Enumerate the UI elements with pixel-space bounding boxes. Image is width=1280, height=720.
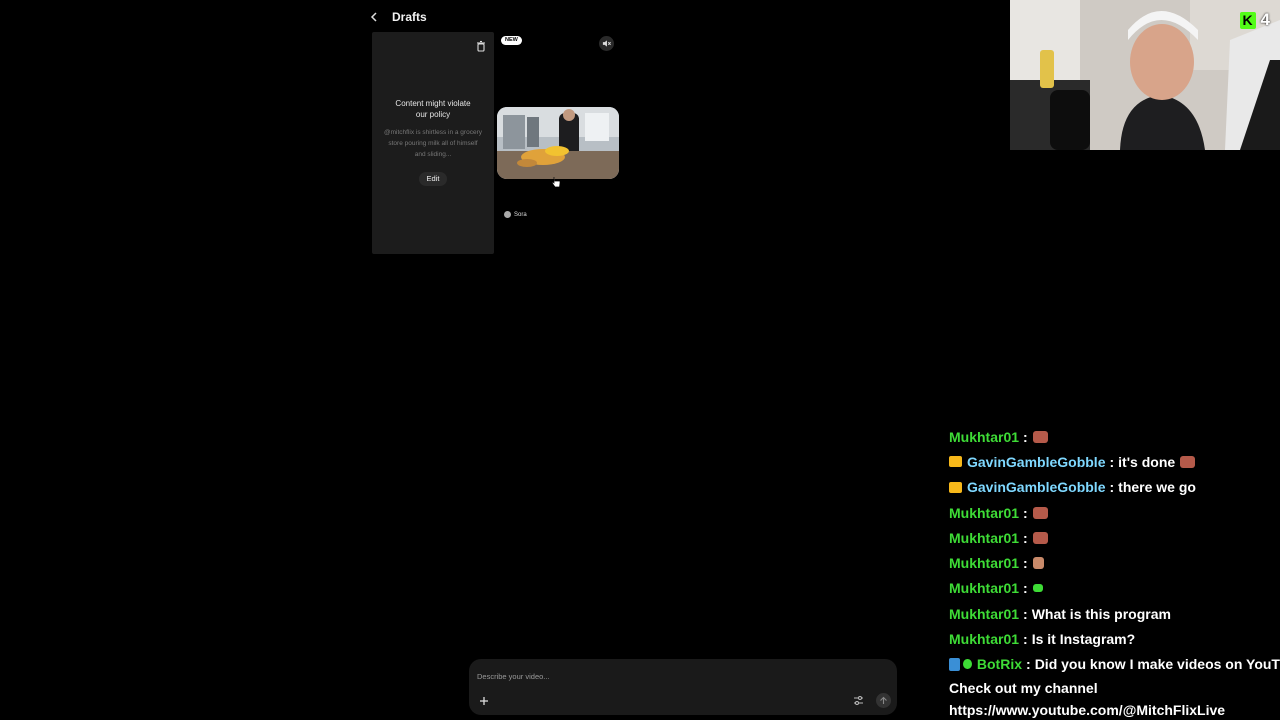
- viewer-count-badge: K 4: [1239, 10, 1270, 30]
- crown-icon: [949, 456, 962, 468]
- bot-badge-icon: [949, 657, 961, 671]
- chat-username: Mukhtar01: [949, 631, 1020, 648]
- plus-icon: [480, 697, 488, 705]
- describe-video-input[interactable]: [477, 669, 837, 683]
- hand-cursor-icon: [551, 177, 561, 188]
- sliders-icon: [854, 696, 863, 705]
- sora-label: Sora: [504, 211, 527, 218]
- chevron-left-icon: [370, 12, 377, 22]
- chat-text: What is this program: [1031, 605, 1171, 622]
- chat-text: there we go: [1118, 479, 1196, 496]
- chat-message: Mukhtar01 :: [949, 576, 1280, 601]
- chat-message: Mukhtar01 : Is it Instagram?: [949, 631, 1136, 648]
- crown-icon: [949, 481, 962, 493]
- chat-overlay: Mukhtar01 : GavinGambleGobble : it's don…: [949, 424, 1280, 720]
- kick-logo-icon: K: [1239, 11, 1256, 29]
- verified-icon: [963, 659, 972, 670]
- mute-button[interactable]: [599, 36, 614, 51]
- sora-logo-icon: [504, 211, 511, 218]
- emote-icon: [1032, 531, 1048, 544]
- chat-link[interactable]: https://www.youtube.com/@MitchFlixLive: [949, 699, 1280, 720]
- add-attachment-button[interactable]: [478, 694, 490, 706]
- chat-text: Is it Instagram?: [1031, 631, 1136, 648]
- chat-username: Mukhtar01: [949, 504, 1020, 521]
- arrow-up-icon: [880, 696, 887, 704]
- chat-message: Mukhtar01 : What is this program: [949, 605, 1171, 622]
- webcam-overlay: K 4: [1010, 0, 1280, 150]
- chat-message: BotRix : Did you know I make videos on Y…: [949, 652, 1280, 677]
- video-frame-image: [497, 107, 619, 179]
- edit-button[interactable]: Edit: [419, 172, 447, 186]
- chat-username: Mukhtar01: [949, 555, 1020, 572]
- emote-icon: [1032, 506, 1048, 519]
- send-button[interactable]: [876, 693, 891, 708]
- chat-message: Mukhtar01 :: [949, 424, 1280, 449]
- settings-button[interactable]: [852, 694, 865, 707]
- chat-username: BotRix: [976, 656, 1023, 673]
- chat-username: Mukhtar01: [949, 580, 1020, 597]
- drafts-header: Drafts: [366, 6, 427, 28]
- chat-text: Check out my channel: [949, 679, 1098, 696]
- policy-violation-card: Content might violate our policy @mitchf…: [372, 32, 494, 254]
- chat-text: it's done: [1118, 453, 1176, 470]
- speaker-muted-icon: [602, 40, 611, 47]
- prompt-composer: [469, 659, 897, 715]
- chat-message: GavinGambleGobble : it's done: [949, 449, 1280, 474]
- chat-message: Mukhtar01 :: [949, 525, 1280, 550]
- new-badge: NEW: [501, 36, 522, 45]
- chat-message: Mukhtar01 :: [949, 500, 1280, 525]
- viewer-count: 4: [1260, 10, 1270, 29]
- chat-username: GavinGambleGobble: [967, 479, 1106, 496]
- emote-icon: [1032, 584, 1043, 593]
- prompt-description: @mitchflix is shirtless in a grocery sto…: [384, 129, 482, 158]
- back-button[interactable]: [366, 9, 382, 25]
- emote-icon: [1180, 455, 1196, 468]
- video-thumbnail[interactable]: [497, 107, 619, 179]
- emote-icon: [1032, 557, 1044, 570]
- delete-draft-button[interactable]: [475, 39, 487, 52]
- policy-warning-title: Content might violate our policy: [395, 99, 471, 119]
- sora-label-text: Sora: [514, 211, 527, 218]
- chat-username: Mukhtar01: [949, 428, 1020, 445]
- chat-text: Did you know I make videos on YouT: [1034, 656, 1280, 673]
- page-title: Drafts: [392, 10, 427, 24]
- emote-icon: [1032, 430, 1048, 443]
- chat-username: Mukhtar01: [949, 605, 1020, 622]
- chat-message: GavinGambleGobble : there we go: [949, 475, 1280, 500]
- chat-message: Mukhtar01 :: [949, 550, 1280, 575]
- chat-username: Mukhtar01: [949, 529, 1020, 546]
- chat-username: GavinGambleGobble: [967, 453, 1106, 470]
- trash-icon: [477, 40, 485, 52]
